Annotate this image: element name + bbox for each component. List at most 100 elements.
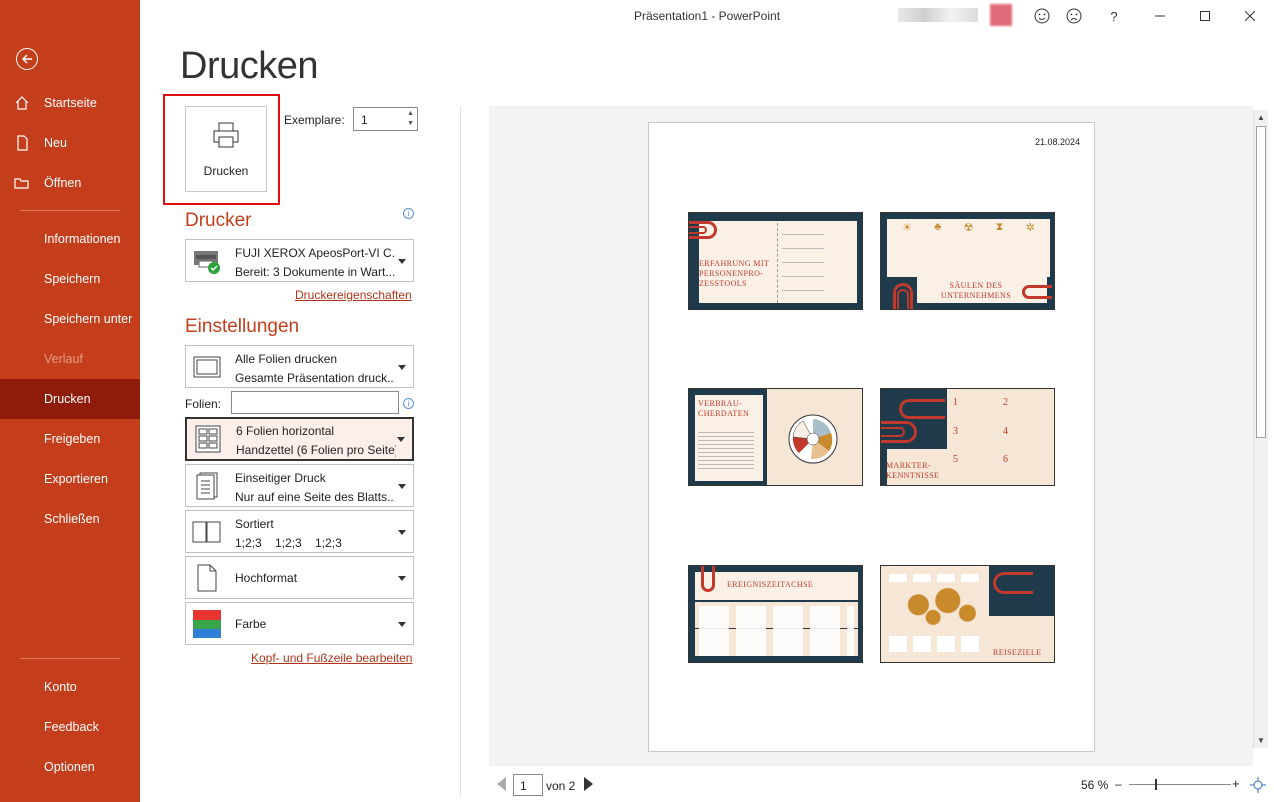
layout-dropdown[interactable]: 6 Folien horizontal Handzettel (6 Folien… (185, 417, 414, 461)
nav-label: Exportieren (44, 472, 108, 486)
slide-number: 5 (953, 454, 958, 466)
minimize-icon[interactable] (1150, 6, 1170, 26)
nav-oeffnen[interactable]: Öffnen (0, 163, 140, 203)
scroll-down-icon[interactable]: ▼ (1257, 736, 1265, 745)
chevron-down-icon (398, 529, 406, 535)
setting-line2: Handzettel (6 Folien pro Seite) (236, 443, 396, 457)
spin-up-icon[interactable]: ▲ (407, 110, 414, 117)
frown-feedback-icon[interactable] (1064, 6, 1084, 26)
smile-feedback-icon[interactable] (1032, 6, 1052, 26)
printer-ready-icon (191, 245, 223, 277)
print-range-dropdown[interactable]: Alle Folien drucken Gesamte Präsentation… (185, 345, 414, 388)
close-icon[interactable] (1240, 6, 1260, 26)
nav-schliessen[interactable]: Schließen (0, 499, 140, 539)
chevron-down-icon (398, 258, 406, 264)
printer-status: Bereit: 3 Dokumente in Wart... (235, 265, 395, 279)
nav-label: Drucken (44, 392, 91, 406)
printer-name: FUJI XEROX ApeosPort-VI C... (235, 246, 395, 260)
setting-line1: 6 Folien horizontal (236, 424, 335, 438)
nav-neu[interactable]: Neu (0, 123, 140, 163)
chevron-down-icon (398, 364, 406, 370)
slide-title: MARKTER-KENNTNISSE (886, 461, 940, 480)
nav-speichern-unter[interactable]: Speichern unter (0, 299, 140, 339)
scroll-up-icon[interactable]: ▲ (1257, 113, 1265, 122)
copies-label: Exemplare: (284, 113, 345, 127)
slide-number: 2 (1003, 397, 1008, 408)
copies-spinner[interactable]: 1 ▲ ▼ (353, 107, 418, 131)
setting-line2: Gesamte Präsentation druck... (235, 371, 395, 385)
slide-title: SÄULEN DES UNTERNEHMENS (940, 281, 1012, 300)
printer-properties-link[interactable]: Druckereigenschaften (295, 288, 412, 302)
nav-label: Feedback (44, 720, 99, 734)
zoom-in-button[interactable]: + (1232, 776, 1240, 791)
slide-thumbnail-3: VERBRAU-CHERDATEN (688, 388, 863, 486)
slide-number: 1 (953, 397, 958, 408)
preview-scrollbar[interactable]: ▲ ▼ (1253, 110, 1268, 748)
single-sided-icon (191, 470, 223, 502)
color-dropdown[interactable]: Farbe (185, 602, 414, 645)
back-arrow-icon[interactable] (16, 48, 38, 70)
setting-line1: Alle Folien drucken (235, 352, 338, 366)
zoom-slider-thumb[interactable] (1155, 779, 1157, 790)
slide-thumbnail-4: MARKTER-KENNTNISSE 1 2 3 4 5 6 (880, 388, 1055, 486)
nav-optionen[interactable]: Optionen (0, 747, 140, 787)
setting-line2: Nur auf eine Seite des Blatts... (235, 490, 395, 504)
slide-number: 6 (1003, 454, 1008, 466)
info-icon[interactable]: i (403, 208, 414, 219)
maximize-icon[interactable] (1195, 6, 1215, 26)
nav-feedback[interactable]: Feedback (0, 707, 140, 747)
spin-down-icon[interactable]: ▼ (407, 120, 414, 127)
chevron-down-icon (398, 575, 406, 581)
nav-label: Informationen (44, 232, 121, 246)
home-icon (0, 95, 44, 111)
new-file-icon (0, 135, 44, 151)
nav-exportieren[interactable]: Exportieren (0, 459, 140, 499)
slide-title: ERFAHRUNG MIT PERSONENPRO-ZESSTOOLS (699, 259, 770, 288)
backstage-sidebar: Startseite Neu Öffnen Informationen Spei… (0, 0, 140, 802)
page-count: von 2 (546, 779, 576, 793)
info-icon[interactable]: i (403, 398, 414, 409)
nav-label: Speichern unter (44, 312, 133, 326)
zoom-out-button[interactable]: – (1115, 777, 1122, 791)
avatar[interactable] (990, 4, 1012, 26)
help-icon[interactable]: ? (1104, 6, 1124, 26)
chevron-down-icon (397, 437, 405, 442)
nav-startseite[interactable]: Startseite (0, 83, 140, 123)
slide-number: 3 (953, 425, 958, 437)
slide-title: EREIGNISZEITACHSE (727, 580, 814, 589)
nav-label: Öffnen (44, 176, 82, 190)
nav-konto[interactable]: Konto (0, 667, 140, 707)
collation-dropdown[interactable]: Sortiert 1;2;3 1;2;3 1;2;3 (185, 510, 414, 553)
slide-thumbnail-2: ☀ ♣ ☢ ⧗ ✲ SÄULEN DES UNTERNEHMENS (880, 212, 1055, 310)
fit-to-window-icon[interactable] (1250, 777, 1266, 793)
nav-label: Freigeben (44, 432, 101, 446)
nav-freigeben[interactable]: Freigeben (0, 419, 140, 459)
zoom-slider[interactable] (1129, 784, 1231, 785)
nav-speichern[interactable]: Speichern (0, 259, 140, 299)
title-bar: Präsentation1 - PowerPoint ? (140, 0, 1274, 30)
sidebar-divider (20, 210, 120, 211)
printer-icon (211, 121, 241, 152)
orientation-dropdown[interactable]: Hochformat (185, 556, 414, 599)
portrait-page-icon (191, 562, 223, 594)
header-footer-link[interactable]: Kopf- und Fußzeile bearbeiten (251, 651, 412, 665)
zoom-level: 56 % (1081, 778, 1109, 792)
nav-drucken[interactable]: Drucken (0, 379, 140, 419)
all-slides-icon (191, 351, 223, 383)
setting-line1: Farbe (235, 616, 267, 631)
sides-dropdown[interactable]: Einseitiger Druck Nur auf eine Seite des… (185, 464, 414, 507)
setting-line1: Sortiert (235, 517, 274, 531)
slide-thumbnail-6: REISEZIELE (880, 565, 1055, 663)
nav-informationen[interactable]: Informationen (0, 219, 140, 259)
next-page-icon[interactable] (584, 777, 593, 791)
printer-dropdown[interactable]: FUJI XEROX ApeosPort-VI C... Bereit: 3 D… (185, 239, 414, 282)
page-number-input[interactable]: 1 (513, 774, 543, 796)
print-button[interactable]: Drucken (185, 106, 267, 192)
chevron-down-icon (398, 621, 406, 627)
nav-label: Neu (44, 136, 67, 150)
slides-input[interactable] (231, 391, 399, 414)
color-swatch-icon (191, 608, 223, 640)
scrollbar-thumb[interactable] (1256, 126, 1266, 438)
nav-label: Optionen (44, 760, 95, 774)
previous-page-icon[interactable] (497, 777, 506, 791)
